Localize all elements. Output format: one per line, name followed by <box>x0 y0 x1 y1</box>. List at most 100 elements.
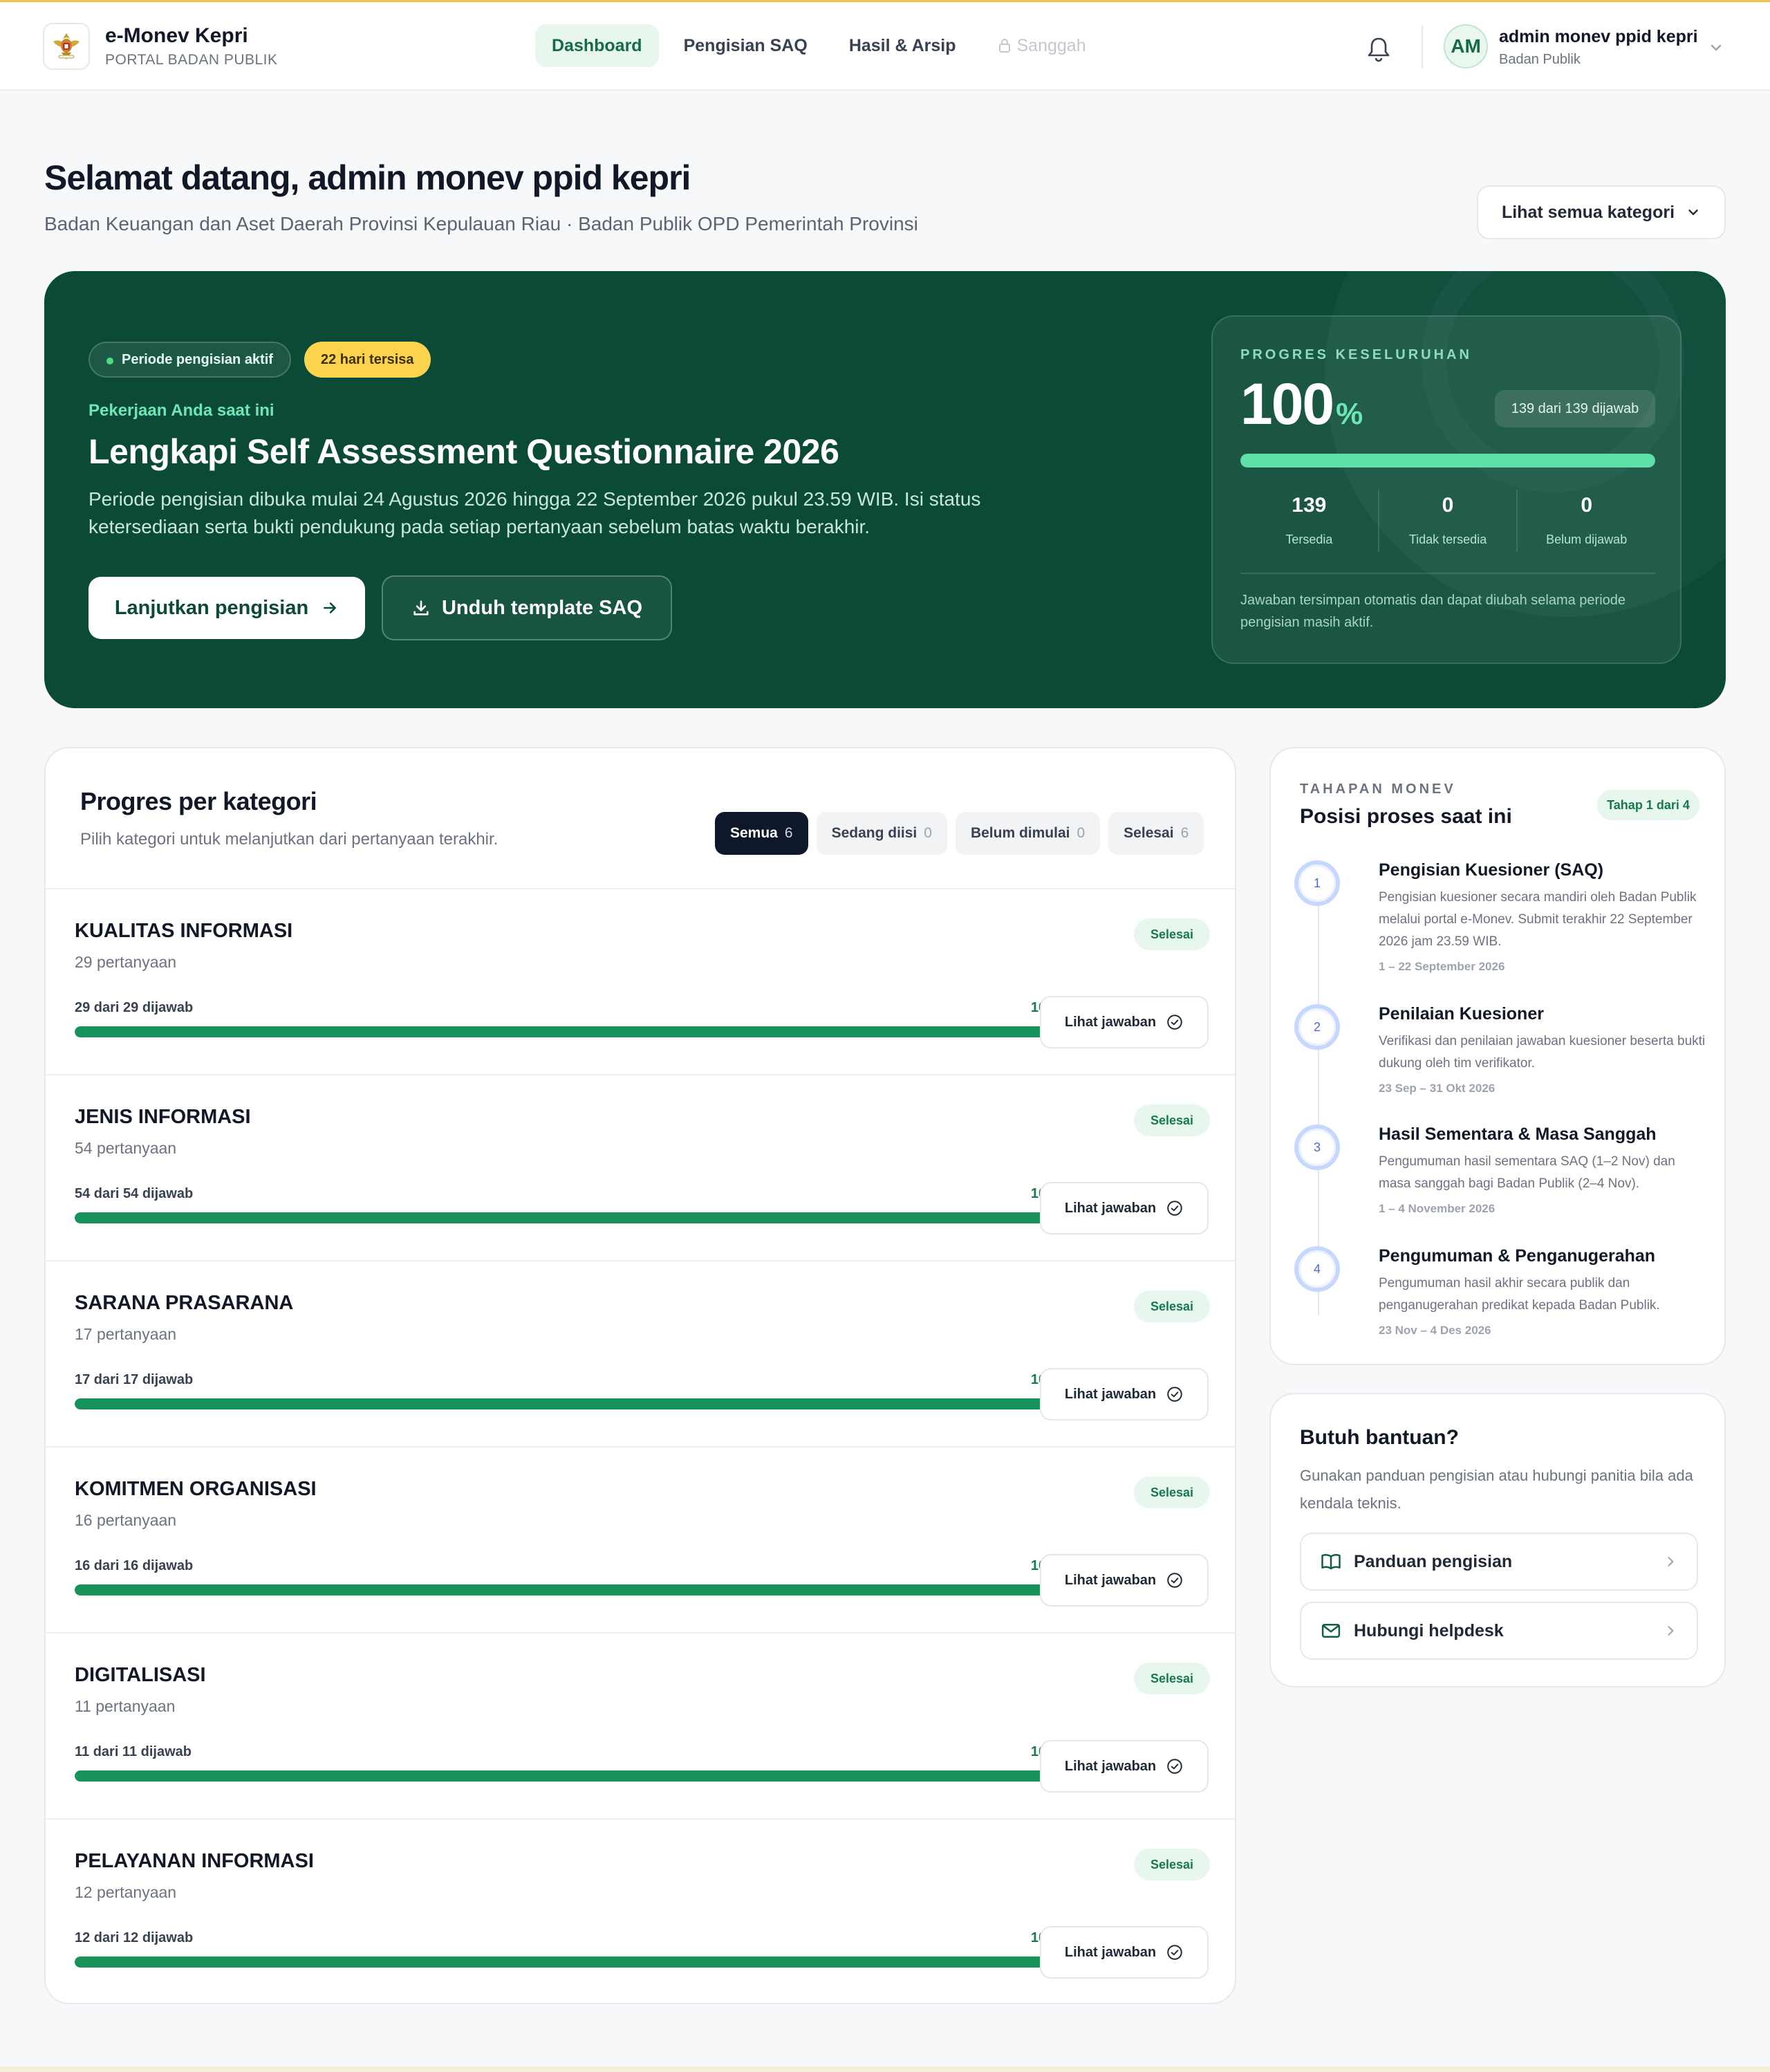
view-answers-button[interactable]: Lihat jawaban <box>1040 1368 1209 1421</box>
view-answers-button[interactable]: Lihat jawaban <box>1040 996 1209 1048</box>
view-answers-button[interactable]: Lihat jawaban <box>1040 1740 1209 1793</box>
category-progress-fill <box>75 1026 1068 1037</box>
lock-icon <box>998 39 1010 53</box>
overall-progress-percent: 100% <box>1240 371 1363 438</box>
filter-count: 0 <box>924 825 932 841</box>
stages-title: Posisi proses saat ini <box>1300 805 1512 828</box>
view-answers-label: Lihat jawaban <box>1064 1200 1157 1216</box>
step-date: 1 – 22 September 2026 <box>1379 960 1505 973</box>
stat-tidak-tersedia: 0 Tidak tersedia <box>1377 490 1517 552</box>
nav-pengisian-saq[interactable]: Pengisian SAQ <box>667 24 824 67</box>
view-all-categories-button[interactable]: Lihat semua kategori <box>1477 185 1726 239</box>
step-description: Verifikasi dan penilaian jawaban kuesion… <box>1379 1034 1706 1071</box>
page-subtitle: Badan Keuangan dan Aset Daerah Provinsi … <box>44 213 918 234</box>
chevron-down-icon[interactable] <box>1708 39 1724 56</box>
user-role: Badan Publik <box>1499 52 1581 67</box>
view-answers-label: Lihat jawaban <box>1064 1758 1157 1774</box>
category-name: KUALITAS INFORMASI <box>75 920 293 942</box>
filter-sedang-diisi[interactable]: Sedang diisi 0 <box>816 812 947 855</box>
hero-kicker: Pekerjaan Anda saat ini <box>88 401 274 420</box>
continue-filling-label: Lanjutkan pengisian <box>114 596 309 619</box>
status-badge: Selesai <box>1134 918 1210 950</box>
page-title: Selamat datang, admin monev ppid kepri <box>44 158 691 197</box>
help-title: Butuh bantuan? <box>1300 1426 1459 1449</box>
filter-belum-dimulai[interactable]: Belum dimulai 0 <box>955 812 1101 855</box>
stat-label: Tersedia <box>1285 533 1333 546</box>
download-template-label: Unduh template SAQ <box>441 596 642 619</box>
period-active-pill: Periode pengisian aktif <box>88 342 291 378</box>
answered-count: 29 dari 29 dijawab <box>75 1000 194 1015</box>
filter-label: Semua <box>730 825 778 841</box>
category-progress-fill <box>75 1584 1068 1595</box>
nav-sanggah: Sanggah <box>981 24 1103 67</box>
view-answers-label: Lihat jawaban <box>1064 1572 1157 1588</box>
helpdesk-link-label: Hubungi helpdesk <box>1354 1620 1504 1640</box>
chevron-down-icon <box>1688 210 1698 215</box>
category-row: JENIS INFORMASI 54 pertanyaan Selesai 54 da… <box>46 1075 1235 1261</box>
category-progress-bar <box>75 1584 1068 1595</box>
filter-semua[interactable]: Semua 6 <box>715 812 808 855</box>
stat-value: 0 <box>1581 494 1593 517</box>
step-date: 1 – 4 November 2026 <box>1379 1202 1496 1215</box>
continue-filling-button[interactable]: Lanjutkan pengisian <box>88 577 365 639</box>
status-badge: Selesai <box>1134 1849 1210 1880</box>
bottom-accent-line <box>0 2066 1770 2072</box>
stage-badge: Tahap 1 dari 4 <box>1597 790 1699 820</box>
category-progress-fill <box>75 1212 1068 1223</box>
step-date: 23 Nov – 4 Des 2026 <box>1379 1324 1491 1337</box>
guide-link[interactable]: Panduan pengisian <box>1300 1533 1698 1591</box>
filter-count: 0 <box>1077 825 1086 841</box>
view-answers-button[interactable]: Lihat jawaban <box>1040 1182 1209 1234</box>
top-header: e-Monev Kepri PORTAL BADAN PUBLIK Dashbo… <box>0 2 1770 91</box>
question-count: 11 pertanyaan <box>75 1697 176 1715</box>
answered-count: 16 dari 16 dijawab <box>75 1558 194 1573</box>
check-circle-icon <box>1167 1759 1182 1774</box>
category-name: JENIS INFORMASI <box>75 1106 251 1128</box>
guide-link-label: Panduan pengisian <box>1354 1551 1513 1571</box>
status-dot <box>106 358 113 364</box>
category-progress-bar <box>75 1770 1068 1782</box>
answer-stats: 139 Tersedia 0 Tidak tersedia 0 Belum di… <box>1240 490 1655 552</box>
user-name[interactable]: admin monev ppid kepri <box>1499 27 1698 47</box>
nav-sanggah-label: Sanggah <box>1016 35 1086 55</box>
helpdesk-link[interactable]: Hubungi helpdesk <box>1300 1602 1698 1660</box>
garuda-logo[interactable] <box>43 23 90 70</box>
step-title: Pengisian Kuesioner (SAQ) <box>1379 860 1604 880</box>
view-answers-label: Lihat jawaban <box>1064 1014 1157 1030</box>
nav-dashboard[interactable]: Dashboard <box>535 24 659 67</box>
view-all-categories-label: Lihat semua kategori <box>1501 202 1675 222</box>
stat-value: 139 <box>1292 494 1327 517</box>
filter-label: Belum dimulai <box>970 825 1070 841</box>
stat-label: Tidak tersedia <box>1408 533 1487 546</box>
category-name: KOMITMEN ORGANISASI <box>75 1478 317 1500</box>
question-count: 16 pertanyaan <box>75 1511 177 1529</box>
avatar[interactable]: AM <box>1444 24 1488 68</box>
brand-title: e-Monev Kepri <box>105 24 248 47</box>
view-answers-button[interactable]: Lihat jawaban <box>1040 1926 1209 1979</box>
download-template-button[interactable]: Unduh template SAQ <box>382 575 672 640</box>
overall-progress-card: PROGRES KESELURUHAN 100% 139 dari 139 di… <box>1211 315 1682 664</box>
autosave-note: Jawaban tersimpan otomatis dan dapat diu… <box>1240 593 1626 630</box>
check-circle-icon <box>1167 1945 1182 1960</box>
step-description: Pengumuman hasil akhir secara publik dan… <box>1379 1276 1660 1313</box>
filter-selesai[interactable]: Selesai 6 <box>1108 812 1204 855</box>
filter-label: Sedang diisi <box>831 825 917 841</box>
view-answers-button[interactable]: Lihat jawaban <box>1040 1554 1209 1607</box>
category-name: SARANA PRASARANA <box>75 1292 294 1314</box>
step-title: Hasil Sementara & Masa Sanggah <box>1379 1125 1657 1144</box>
notification-bell-icon[interactable] <box>1362 33 1395 66</box>
check-circle-icon <box>1167 1015 1182 1030</box>
view-answers-label: Lihat jawaban <box>1064 1386 1157 1402</box>
step-number: 2 <box>1294 1004 1340 1050</box>
nav-hasil-arsip[interactable]: Hasil & Arsip <box>832 24 973 67</box>
category-name: PELAYANAN INFORMASI <box>75 1850 314 1872</box>
category-row: SARANA PRASARANA 17 pertanyaan Selesai 17 d… <box>46 1261 1235 1447</box>
category-progress-panel: Progres per kategori Pilih kategori untu… <box>44 747 1236 2004</box>
answered-count: 54 dari 54 dijawab <box>75 1186 194 1201</box>
chevron-right-icon <box>1668 1626 1674 1636</box>
category-filters: Semua 6 Sedang diisi 0 Belum dimulai 0 Sele… <box>715 812 1204 855</box>
step-title: Penilaian Kuesioner <box>1379 1004 1544 1024</box>
category-progress-fill <box>75 1770 1068 1782</box>
percent-value: 100 <box>1240 371 1334 436</box>
question-count: 54 pertanyaan <box>75 1139 177 1157</box>
